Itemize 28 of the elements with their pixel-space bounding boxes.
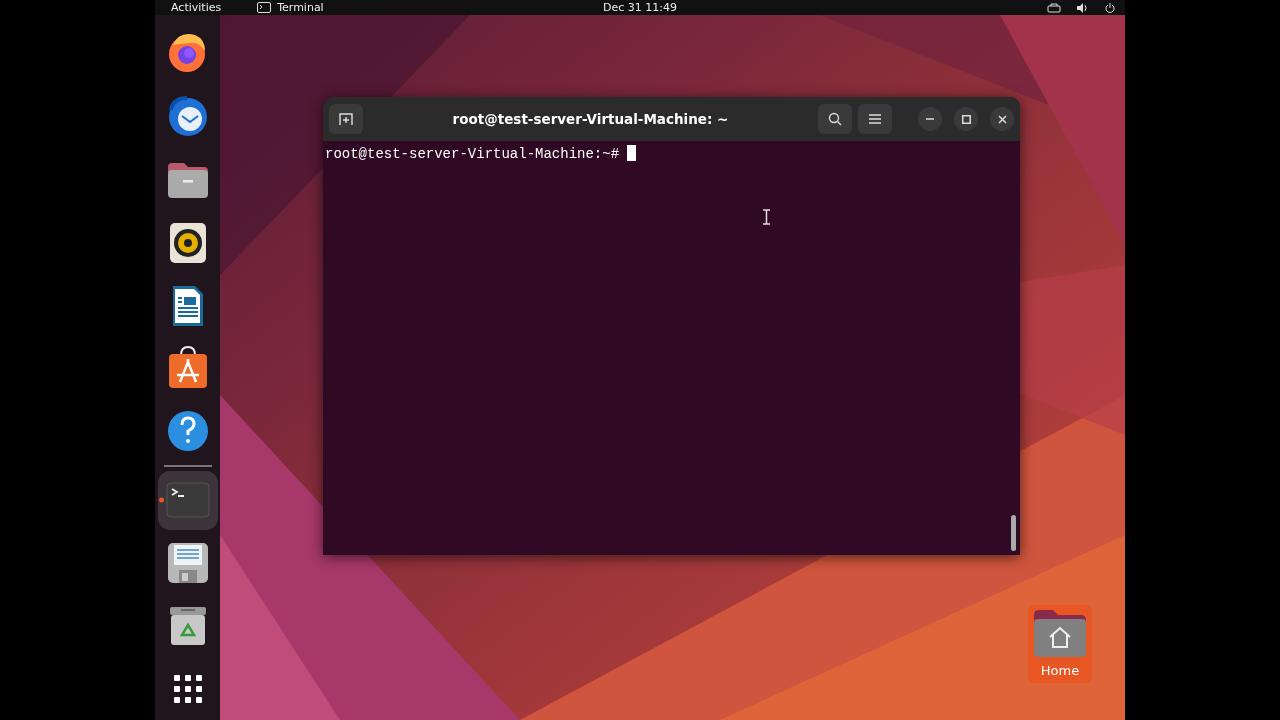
menu-button[interactable]	[858, 104, 892, 134]
volume-icon[interactable]	[1077, 2, 1089, 13]
activities-button[interactable]: Activities	[171, 0, 222, 15]
new-tab-icon	[339, 112, 353, 126]
text-cursor-icon	[763, 209, 770, 225]
running-indicator	[158, 497, 164, 503]
prompt-text: root@test-server-Virtual-Machine:~#	[325, 146, 620, 162]
scrollbar[interactable]	[1011, 515, 1016, 551]
app-menu[interactable]: Terminal	[277, 0, 324, 15]
minimize-button[interactable]	[918, 107, 942, 131]
terminal-icon	[257, 2, 272, 13]
maximize-icon	[961, 114, 971, 124]
power-icon[interactable]	[1105, 2, 1115, 13]
search-icon	[828, 112, 842, 126]
close-button[interactable]	[990, 107, 1014, 131]
icon-label: Home	[1040, 662, 1080, 680]
menu-icon	[869, 114, 881, 124]
network-icon[interactable]	[1047, 2, 1061, 13]
window-title: root@test-server-Virtual-Machine: ~	[451, 109, 730, 129]
search-button[interactable]	[818, 104, 852, 134]
desktop-icon[interactable]: Home	[1028, 605, 1092, 683]
minimize-icon	[926, 118, 934, 120]
clock[interactable]: Dec 31 11:49	[603, 0, 677, 15]
close-icon	[997, 114, 1007, 124]
new-tab-button[interactable]	[329, 104, 363, 134]
maximize-button[interactable]	[954, 107, 978, 131]
text-cursor	[627, 145, 637, 161]
home-folder-icon	[1032, 607, 1088, 659]
